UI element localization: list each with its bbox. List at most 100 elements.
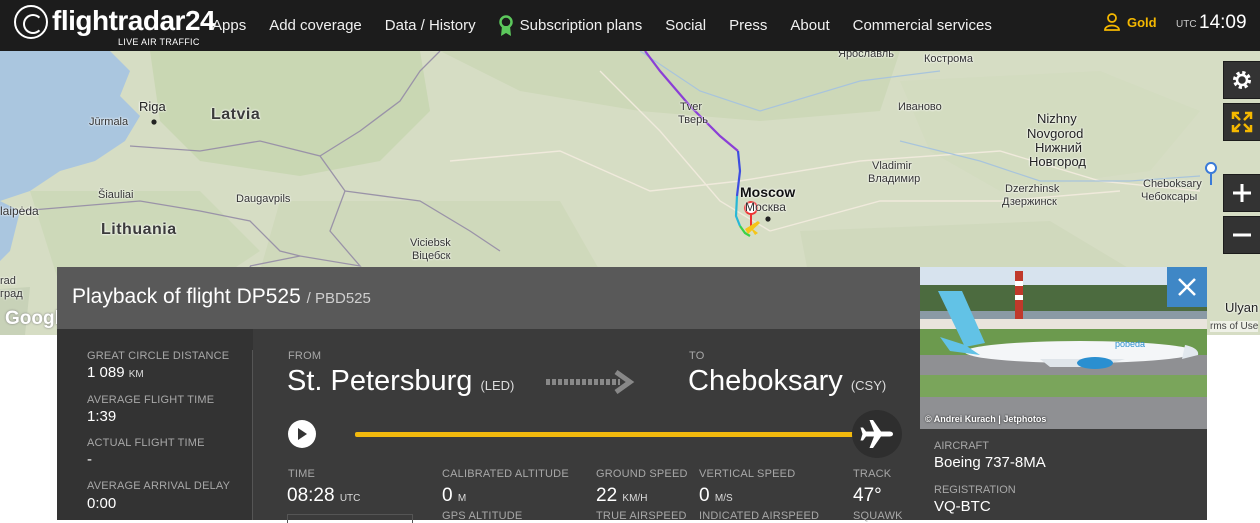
minus-icon [1233,233,1251,237]
map-label-jurmala: Jūrmala [89,116,129,128]
account-menu[interactable]: Gold [1104,13,1157,31]
panel-header: Playback of flight DP525 / PBD525 [57,267,920,329]
map-label-dzerzhinsk: Dzerzhinsk [1005,183,1060,195]
track-label: TRACK [853,468,892,480]
destination-airport[interactable]: Cheboksary (CSY) [688,365,886,398]
nav-commercial-services[interactable]: Commercial services [853,17,992,34]
indicated-airspeed-label: INDICATED AIRSPEED [699,510,820,522]
time-label: TIME [288,468,316,480]
registration-value[interactable]: VQ-BTC [934,498,991,515]
zoom-in-button[interactable] [1223,174,1260,212]
playback-scrubber-handle[interactable] [852,410,902,458]
nav-subscription-plans[interactable]: Subscription plans [498,14,643,37]
map-label-viciebsk-cyr: Віцебск [412,250,451,262]
aircraft-photo-image: pobeda [920,267,1207,429]
logo-text: flightradar24 [52,5,216,36]
flightradar24-logo[interactable]: flightradar24 LIVE AIR TRAFFIC [14,5,216,49]
livery-text: pobeda [1115,339,1145,349]
logo-tagline: LIVE AIR TRAFFIC [118,37,200,47]
map-label-kostroma: Кострома [924,53,973,65]
map-label-yaroslavl: Ярославль [838,51,894,60]
play-button[interactable] [288,420,316,448]
map-label-daugavpils: Daugavpils [236,193,291,205]
origin-city: St. Petersburg [287,365,473,397]
flight-stats-column: GREAT CIRCLE DISTANCE 1 089 KM AVERAGE F… [57,329,253,520]
origin-code: (LED) [480,378,515,393]
utc-clock: 14:09 [1199,12,1247,33]
to-label: TO [689,350,705,362]
flight-callsign: / PBD525 [306,290,371,307]
gps-altitude-label: GPS ALTITUDE [442,510,523,522]
flight-title: Playback of flight DP525 [72,285,301,308]
flight-playback-panel: Playback of flight DP525 / PBD525 GREAT … [57,267,920,523]
vs-number: 0 [699,485,710,506]
aircraft-photo[interactable]: pobeda © Andrei Kurach | Jetphotos [920,267,1207,429]
aircraft-info: AIRCRAFT Boeing 737-8MA REGISTRATION VQ-… [920,429,1207,520]
play-icon [298,428,307,440]
map-label-vladimir: Vladimir [872,160,912,172]
timezone-label: UTC [1176,19,1197,30]
fullscreen-button[interactable] [1223,103,1260,141]
origin-airport[interactable]: St. Petersburg (LED) [287,365,514,398]
ground-speed-value: 22 KM/H [596,485,647,507]
account-tier: Gold [1127,14,1157,30]
user-icon [1104,13,1120,31]
map-label-tver: Tver [680,101,702,113]
column-divider [252,350,253,520]
stat-label-distance: GREAT CIRCLE DISTANCE [87,350,230,362]
map-label-vladimir-cyr: Владимир [868,173,921,185]
nav-add-coverage[interactable]: Add coverage [269,17,362,34]
map-label-nizhny-cyr: Нижний [1035,140,1083,155]
registration-label: REGISTRATION [934,484,1016,496]
aircraft-type[interactable]: Boeing 737-8MA [934,454,1046,471]
map-label-klaipeda: laipėda [0,204,39,218]
distance-unit: KM [128,369,144,380]
settings-button[interactable] [1223,61,1260,99]
playback-progress-bar[interactable] [355,432,865,437]
distance-value: 1 089 [87,364,125,381]
main-nav: Apps Add coverage Data / History Subscri… [212,0,1015,51]
nav-data-history[interactable]: Data / History [385,17,476,34]
map-label-novgorod-cyr: Новгород [1029,154,1086,169]
map-label-cheboksary-cyr: Чебоксары [1141,191,1198,203]
map-label-nizhny: Nizhny [1037,111,1077,126]
close-panel-button[interactable] [1167,267,1207,307]
time-step-buttons[interactable] [287,514,413,523]
map-label-viciebsk: Viciebsk [410,237,451,249]
calibrated-altitude-value: 0 M [442,485,466,507]
nav-subscription-label: Subscription plans [519,17,643,34]
time-value: 08:28 UTC [287,485,360,507]
map-label-cheboksary: Cheboksary [1143,178,1202,190]
stat-value-distance: 1 089 KM [87,364,144,381]
nav-press[interactable]: Press [729,17,767,34]
nav-about[interactable]: About [790,17,829,34]
top-navigation-bar: flightradar24 LIVE AIR TRAFFIC Apps Add … [0,0,1260,51]
stat-value-avg-time: 1:39 [87,408,117,425]
gs-number: 22 [596,485,618,506]
gear-icon [1233,71,1251,89]
nav-social[interactable]: Social [665,17,706,34]
terms-of-use-link[interactable]: rms of Use [1210,321,1259,332]
destination-code: (CSY) [850,378,887,393]
from-label: FROM [288,350,322,362]
cal-alt-unit: M [457,493,467,504]
panel-title: Playback of flight DP525 / PBD525 [72,285,371,309]
true-airspeed-label: TRUE AIRSPEED [596,510,687,522]
map-label-tver-cyr: Тверь [678,114,708,126]
map-label-grad: rad [0,275,16,287]
map-label-latvia: Latvia [211,106,261,123]
cal-alt-number: 0 [442,485,453,506]
map-label-riga: Riga [139,99,166,114]
nav-apps[interactable]: Apps [212,17,246,34]
map-label-ulyan: Ulyan [1225,300,1259,315]
radar-icon [14,5,48,39]
vertical-speed-label: VERTICAL SPEED [699,468,796,480]
stat-value-actual-time: - [87,451,92,468]
zoom-out-button[interactable] [1223,216,1260,254]
photo-credit[interactable]: © Andrei Kurach | Jetphotos [925,414,1046,424]
ground-speed-label: GROUND SPEED [596,468,688,480]
map-label-moscow-cyr: Москва [745,200,786,214]
track-value: 47° [853,485,882,506]
expand-icon [1231,111,1253,133]
close-icon [1178,278,1196,296]
